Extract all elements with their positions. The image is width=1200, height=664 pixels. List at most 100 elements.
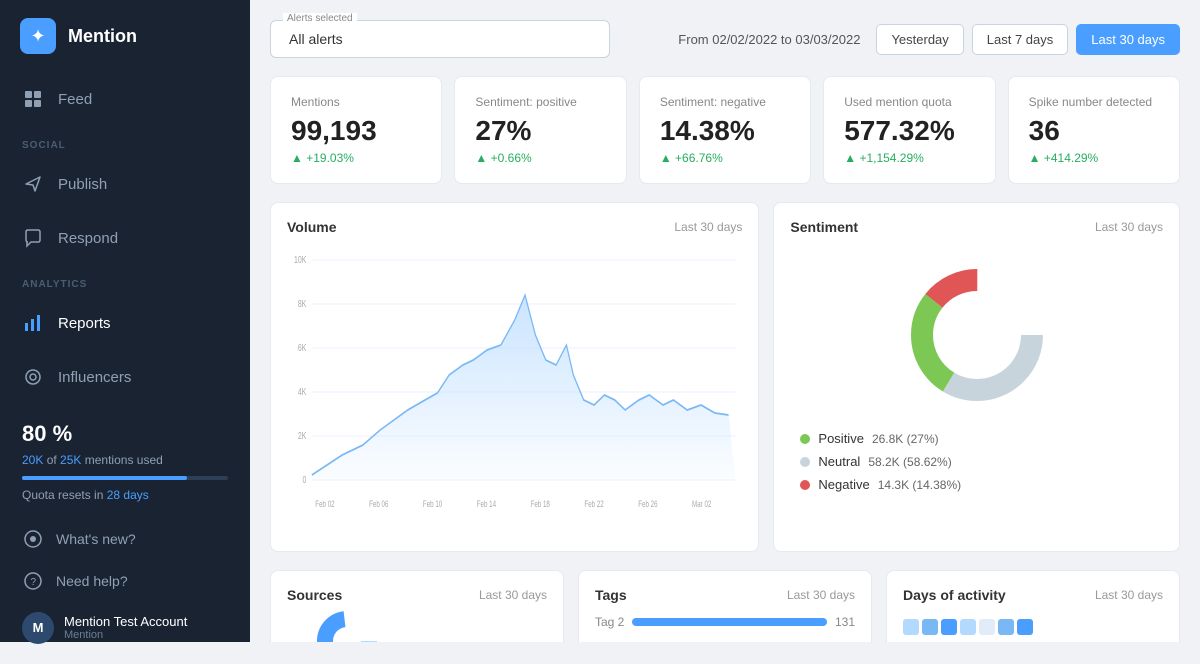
app-name: Mention <box>68 26 137 47</box>
social-section-label: SOCIAL <box>0 126 250 157</box>
stat-sentneg-label: Sentiment: negative <box>660 95 790 109</box>
day-cell <box>979 619 995 635</box>
sidebar-bottom: 80 % 20K of 25K mentions used Quota rese… <box>0 404 250 664</box>
neutral-label: Neutral <box>818 454 860 469</box>
sources-title: Sources <box>287 587 342 603</box>
sidebar-item-need-help[interactable]: ? Need help? <box>0 560 250 602</box>
sidebar-influencers-label: Influencers <box>58 369 131 386</box>
tag-value: 131 <box>835 615 855 629</box>
sidebar: ✦ Mention Feed SOCIAL Publish Respond AN… <box>0 0 250 642</box>
alerts-label: Alerts selected <box>283 13 357 24</box>
days-activity-title: Days of activity <box>903 587 1006 603</box>
svg-text:Feb 18: Feb 18 <box>531 499 550 509</box>
day-cell <box>941 619 957 635</box>
quota-used: 20K <box>22 453 43 467</box>
stat-spike-change: +414.29% <box>1029 151 1159 165</box>
yesterday-button[interactable]: Yesterday <box>876 24 963 55</box>
stat-mentions-label: Mentions <box>291 95 421 109</box>
volume-chart-title: Volume <box>287 219 337 235</box>
sidebar-item-feed[interactable]: Feed <box>0 72 250 126</box>
days-activity-card: Days of activity Last 30 days <box>886 570 1180 642</box>
volume-chart-header: Volume Last 30 days <box>287 219 742 235</box>
positive-value: 26.8K (27%) <box>872 432 939 446</box>
sidebar-item-influencers[interactable]: Influencers <box>0 350 250 404</box>
quota-days: 28 days <box>107 488 149 502</box>
sentiment-chart-period: Last 30 days <box>1095 220 1163 234</box>
donut-chart-svg <box>897 255 1057 415</box>
main-content: Alerts selected All alerts From 02/02/20… <box>250 0 1200 642</box>
bottom-cards-row: Sources Last 30 days Tags Last 30 days T… <box>270 570 1180 642</box>
quota-bar-fill <box>22 476 187 480</box>
account-info: Mention Test Account Mention <box>64 614 187 641</box>
sources-card: Sources Last 30 days <box>270 570 564 642</box>
svg-text:6K: 6K <box>298 342 307 354</box>
account-sub: Mention <box>64 629 187 641</box>
volume-chart-period: Last 30 days <box>674 220 742 234</box>
alerts-value: All alerts <box>289 31 343 47</box>
day-cell <box>998 619 1014 635</box>
negative-dot <box>800 480 810 490</box>
svg-text:Feb 06: Feb 06 <box>369 499 388 509</box>
tag-name: Tag 2 <box>595 615 624 629</box>
last7-button[interactable]: Last 7 days <box>972 24 1069 55</box>
tags-title: Tags <box>595 587 627 603</box>
page-header: Alerts selected All alerts From 02/02/20… <box>270 20 1180 58</box>
stats-row: Mentions 99,193 +19.03% Sentiment: posit… <box>270 76 1180 184</box>
sidebar-logo[interactable]: ✦ Mention <box>0 0 250 72</box>
stat-sentneg-value: 14.38% <box>660 115 790 147</box>
influencers-icon <box>22 366 44 388</box>
app-logo-icon: ✦ <box>20 18 56 54</box>
alerts-selector[interactable]: Alerts selected All alerts <box>270 20 610 58</box>
svg-text:8K: 8K <box>298 298 307 310</box>
sidebar-publish-label: Publish <box>58 176 107 193</box>
account-name: Mention Test Account <box>64 614 187 629</box>
svg-text:4K: 4K <box>298 386 307 398</box>
sidebar-reports-label: Reports <box>58 315 111 332</box>
tags-card-header: Tags Last 30 days <box>595 587 855 603</box>
donut-legend: Positive 26.8K (27%) Neutral 58.2K (58.6… <box>790 431 1163 500</box>
legend-neutral: Neutral 58.2K (58.62%) <box>800 454 1153 469</box>
stat-quota-label: Used mention quota <box>844 95 974 109</box>
sources-card-header: Sources Last 30 days <box>287 587 547 603</box>
day-cell <box>1017 619 1033 635</box>
svg-text:?: ? <box>31 577 37 588</box>
stat-sentpos-value: 27% <box>475 115 605 147</box>
days-activity-header: Days of activity Last 30 days <box>903 587 1163 603</box>
sentiment-chart-card: Sentiment Last 30 days Posi <box>773 202 1180 552</box>
svg-text:Feb 22: Feb 22 <box>584 499 603 509</box>
stat-sentiment-neg: Sentiment: negative 14.38% +66.76% <box>639 76 811 184</box>
stat-sentneg-change: +66.76% <box>660 151 790 165</box>
sidebar-item-reports[interactable]: Reports <box>0 296 250 350</box>
stat-sentpos-change: +0.66% <box>475 151 605 165</box>
sidebar-item-whats-new[interactable]: What's new? <box>0 518 250 560</box>
svg-text:2K: 2K <box>298 430 307 442</box>
whats-new-label: What's new? <box>56 531 136 547</box>
date-range-text: From 02/02/2022 to 03/03/2022 <box>678 32 860 47</box>
respond-icon <box>22 227 44 249</box>
sidebar-account[interactable]: M Mention Test Account Mention <box>0 602 250 654</box>
sources-period: Last 30 days <box>479 588 547 602</box>
stat-mentions: Mentions 99,193 +19.03% <box>270 76 442 184</box>
stat-quota-change: +1,154.29% <box>844 151 974 165</box>
svg-text:Mar 02: Mar 02 <box>692 499 711 509</box>
sidebar-item-publish[interactable]: Publish <box>0 157 250 211</box>
donut-area: Positive 26.8K (27%) Neutral 58.2K (58.6… <box>790 245 1163 500</box>
help-icon: ? <box>22 570 44 592</box>
tag-bar <box>632 618 827 626</box>
quota-bar-background <box>22 476 228 480</box>
tags-period: Last 30 days <box>787 588 855 602</box>
legend-positive: Positive 26.8K (27%) <box>800 431 1153 446</box>
tags-card: Tags Last 30 days Tag 2 131 <box>578 570 872 642</box>
last30-button[interactable]: Last 30 days <box>1076 24 1180 55</box>
volume-chart-area: 10K 8K 6K 4K 2K 0 <box>287 245 742 535</box>
volume-chart-card: Volume Last 30 days 10K 8K 6K 4K 2K 0 <box>270 202 759 552</box>
stat-sentiment-pos: Sentiment: positive 27% +0.66% <box>454 76 626 184</box>
publish-icon <box>22 173 44 195</box>
feed-icon <box>22 88 44 110</box>
sidebar-item-respond[interactable]: Respond <box>0 211 250 265</box>
negative-label: Negative <box>818 477 869 492</box>
sources-chart-preview <box>287 611 407 642</box>
avatar: M <box>22 612 54 644</box>
stat-sentpos-label: Sentiment: positive <box>475 95 605 109</box>
tags-preview: Tag 2 131 <box>595 611 855 629</box>
